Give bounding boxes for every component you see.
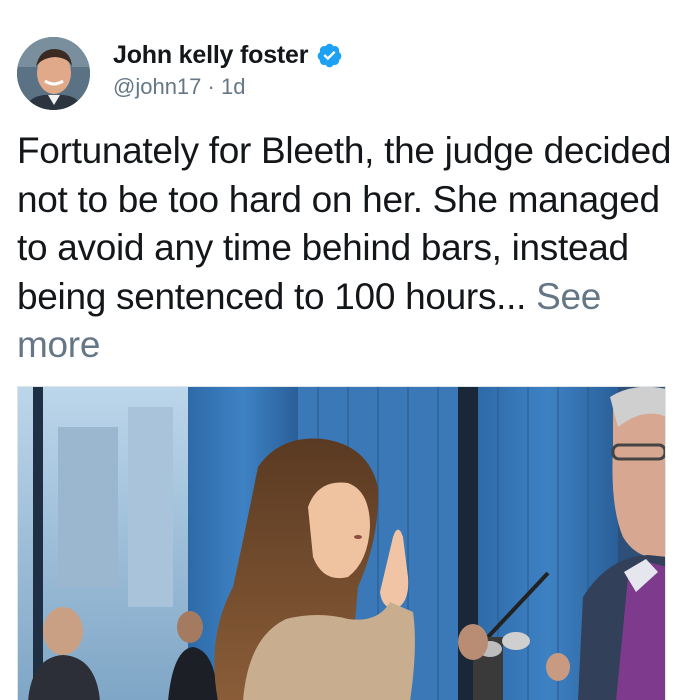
verified-badge-icon [316, 42, 343, 69]
author-display-name[interactable]: John kelly foster [113, 41, 308, 70]
tweet-media-image[interactable] [17, 386, 666, 700]
tweet-timestamp[interactable]: 1d [221, 74, 245, 99]
tweet-meta: @john17 · 1d [113, 74, 245, 100]
author-name-row: John kelly foster [113, 40, 343, 70]
author-handle[interactable]: @john17 [113, 74, 201, 99]
meta-separator: · [207, 74, 215, 99]
tweet-body: Fortunately for Bleeth, the judge decide… [17, 127, 685, 370]
tweet-header: John kelly foster @john17 · 1d [17, 37, 677, 111]
avatar[interactable] [17, 37, 90, 110]
tweet-card[interactable]: John kelly foster @john17 · 1d Fortunate… [0, 0, 700, 700]
